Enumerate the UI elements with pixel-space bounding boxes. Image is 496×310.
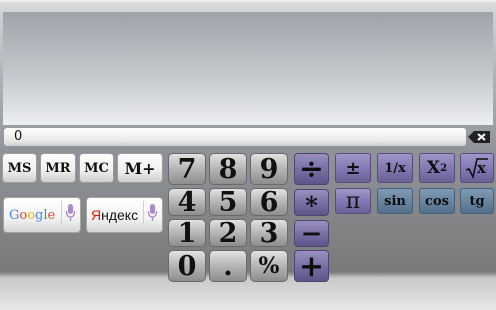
- digit-label: 8: [218, 153, 238, 185]
- minus-label: −: [300, 218, 323, 249]
- divide-button[interactable]: ÷: [294, 151, 329, 187]
- percent-label: %: [258, 253, 280, 279]
- digit-3-button[interactable]: 3: [250, 217, 288, 249]
- digit-label: 5: [218, 186, 238, 218]
- digit-5-button[interactable]: 5: [209, 186, 247, 218]
- digit-1-button[interactable]: 1: [168, 217, 206, 249]
- digit-0-button[interactable]: 0: [168, 250, 206, 282]
- pi-button[interactable]: π: [335, 188, 371, 214]
- digit-7-button[interactable]: 7: [168, 153, 206, 185]
- divide-label: ÷: [298, 151, 325, 187]
- decimal-point-button[interactable]: .: [209, 250, 247, 282]
- tg-button[interactable]: tg: [460, 188, 494, 214]
- tg-label: tg: [469, 193, 485, 209]
- multiply-label: *: [305, 191, 318, 220]
- memory-add-button[interactable]: M+: [117, 153, 163, 183]
- square-button[interactable]: X2: [419, 153, 455, 183]
- yandex-logo: Яндекс: [91, 207, 138, 223]
- square-root-icon: x: [465, 157, 489, 179]
- digit-label: 6: [259, 186, 279, 218]
- multiply-button[interactable]: *: [294, 189, 329, 220]
- mr-label: MR: [45, 160, 71, 176]
- digit-2-button[interactable]: 2: [209, 217, 247, 249]
- yandex-first-letter: Я: [91, 207, 102, 223]
- decimal-label: .: [223, 250, 233, 282]
- square-exponent-label: 2: [440, 162, 448, 174]
- input-field[interactable]: 0: [4, 128, 466, 146]
- microphone-icon: [147, 204, 158, 221]
- digit-label: 2: [218, 217, 238, 249]
- digit-9-button[interactable]: 9: [250, 153, 288, 185]
- mplus-label: M+: [124, 158, 156, 178]
- square-root-label: x: [477, 159, 486, 177]
- digit-label: 4: [177, 186, 197, 218]
- digit-8-button[interactable]: 8: [209, 153, 247, 185]
- plus-minus-label: ±: [345, 157, 361, 179]
- google-logo: Google: [9, 207, 56, 223]
- pi-label: π: [345, 188, 361, 214]
- plus-button[interactable]: +: [294, 248, 329, 284]
- backspace-button[interactable]: [467, 129, 492, 145]
- memory-recall-button[interactable]: MR: [40, 153, 76, 183]
- divider: [61, 201, 62, 225]
- memory-store-button[interactable]: MS: [2, 153, 37, 183]
- reciprocal-button[interactable]: 1/x: [377, 153, 413, 183]
- square-root-button[interactable]: x: [460, 153, 494, 183]
- digit-6-button[interactable]: 6: [250, 186, 288, 218]
- sin-button[interactable]: sin: [377, 188, 413, 214]
- sin-label: sin: [384, 193, 406, 209]
- cos-button[interactable]: cos: [419, 188, 455, 214]
- microphone-icon: [65, 204, 76, 221]
- percent-button[interactable]: %: [250, 250, 288, 282]
- plus-minus-button[interactable]: ±: [335, 153, 371, 183]
- ms-label: MS: [7, 160, 32, 176]
- plus-label: +: [298, 248, 325, 284]
- yandex-search-button[interactable]: Яндекс: [86, 197, 163, 233]
- calculator-screen: 0 MS MR MC M+ Google Яндекс 7 8 9 4 5 6 …: [0, 0, 496, 310]
- digit-label: 7: [177, 153, 197, 185]
- digit-label: 0: [177, 250, 197, 282]
- mc-label: MC: [84, 160, 109, 176]
- digit-label: 9: [259, 153, 279, 185]
- yandex-rest: ндекс: [101, 207, 139, 223]
- backspace-icon: [468, 131, 490, 143]
- divider: [143, 201, 144, 225]
- google-search-button[interactable]: Google: [3, 197, 81, 233]
- digit-label: 3: [259, 217, 279, 249]
- input-value: 0: [14, 129, 23, 144]
- digit-label: 1: [177, 217, 197, 249]
- square-base-label: X: [426, 158, 441, 178]
- cos-label: cos: [425, 193, 449, 209]
- digit-4-button[interactable]: 4: [168, 186, 206, 218]
- minus-button[interactable]: −: [294, 218, 329, 249]
- result-display: [3, 12, 493, 125]
- reciprocal-label: 1/x: [384, 160, 406, 176]
- memory-clear-button[interactable]: MC: [79, 153, 114, 183]
